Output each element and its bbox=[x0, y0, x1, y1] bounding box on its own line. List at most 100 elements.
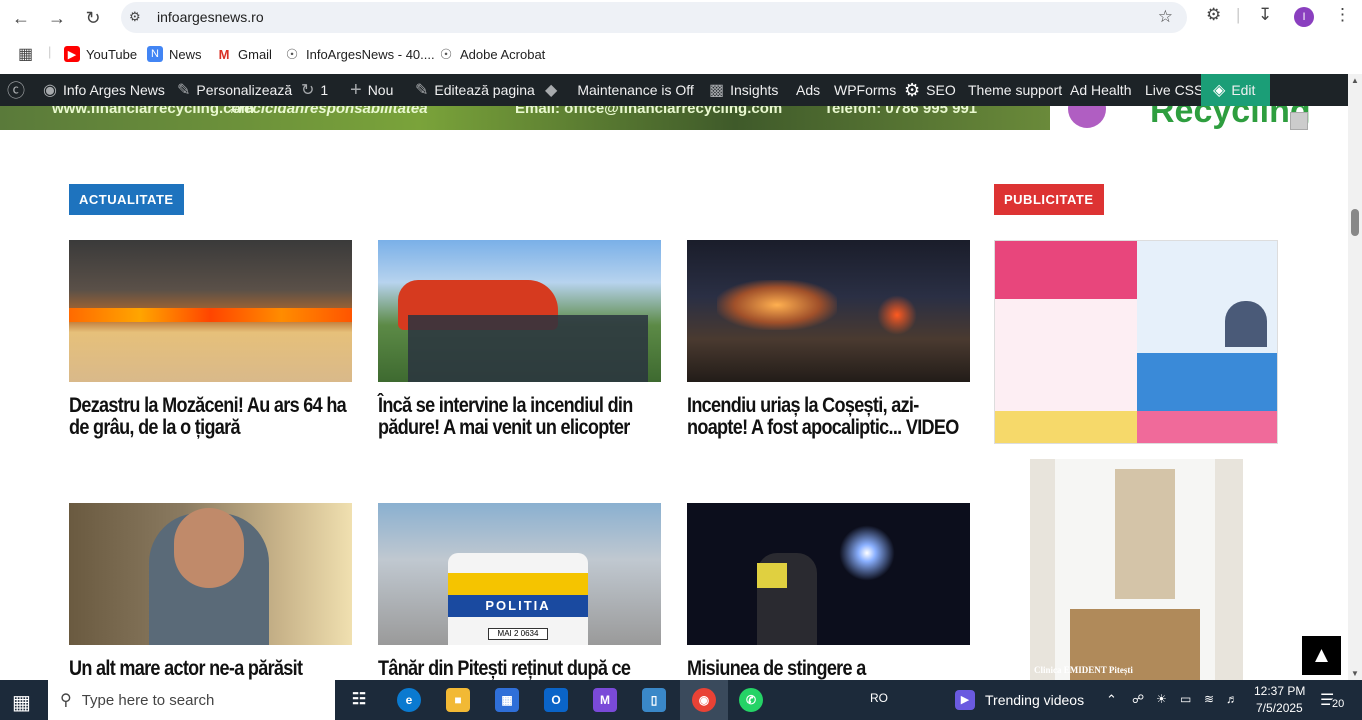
article-card[interactable]: POLITIA MAI 2 0634 Tânăr din Pitești reț… bbox=[378, 503, 661, 680]
article-card[interactable]: Încă se intervine la incendiul din pădur… bbox=[378, 240, 661, 439]
url-text[interactable]: infoargesnews.ro bbox=[157, 9, 264, 25]
article-title[interactable]: Misiunea de stingere a bbox=[687, 658, 971, 680]
ad-close-icon[interactable] bbox=[1290, 112, 1308, 130]
volume-icon[interactable]: ♬ bbox=[1226, 692, 1238, 706]
admin-new-label: Nou bbox=[367, 82, 394, 98]
trending-videos-widget[interactable]: ▶ Trending videos bbox=[955, 680, 1084, 720]
reload-icon[interactable]: ↻ bbox=[81, 6, 105, 30]
banner-hashtag: #recicidanresponsabilitatea bbox=[230, 106, 428, 117]
article-title[interactable]: Incendiu uriaș la Coșești, azi-noapte! A… bbox=[687, 395, 971, 439]
article-card[interactable]: Incendiu uriaș la Coșești, azi-noapte! A… bbox=[687, 240, 970, 439]
task-view-icon[interactable]: ☷ bbox=[347, 688, 371, 712]
main-content: ACTUALITATE PUBLICITATE Dezastru la Moză… bbox=[0, 130, 1348, 680]
whatsapp-icon[interactable]: ✆ bbox=[739, 688, 763, 712]
plus-icon: + bbox=[350, 78, 362, 101]
bookmark-label: Gmail bbox=[238, 46, 272, 62]
tray-chevron-icon[interactable]: ⌃ bbox=[1106, 692, 1117, 708]
article-image[interactable] bbox=[378, 240, 661, 382]
bookmark-infoargesnews[interactable]: ☉ InfoArgesNews - 40.... bbox=[284, 46, 435, 62]
laptop-app-icon[interactable]: ▯ bbox=[642, 688, 666, 712]
wifi-icon[interactable]: ≋ bbox=[1204, 692, 1214, 706]
bookmark-star-icon[interactable]: ☆ bbox=[1158, 7, 1173, 27]
article-card[interactable]: Un alt mare actor ne-a părăsit bbox=[69, 503, 352, 680]
bookmark-gmail[interactable]: M Gmail bbox=[216, 46, 272, 62]
gmail-icon: M bbox=[218, 46, 230, 62]
windows-start-icon[interactable]: ▦ bbox=[12, 690, 31, 715]
notification-center[interactable]: ☰ 20 bbox=[1318, 688, 1348, 712]
recycling-logo-icon bbox=[1068, 106, 1106, 128]
clock-date[interactable]: 7/5/2025 bbox=[1256, 701, 1303, 715]
tray-app-icon[interactable]: ☍ bbox=[1132, 692, 1144, 706]
admin-ads[interactable]: Ads bbox=[796, 74, 820, 106]
page-scrollbar[interactable]: ▲ ▼ bbox=[1348, 74, 1362, 680]
menu-icon[interactable]: ⋮ bbox=[1334, 5, 1351, 25]
language-indicator[interactable]: RO bbox=[870, 691, 888, 705]
article-image[interactable] bbox=[687, 240, 970, 382]
article-card[interactable]: Misiunea de stingere a bbox=[687, 503, 970, 680]
scroll-up-icon[interactable]: ▲ bbox=[1351, 76, 1359, 85]
scroll-down-icon[interactable]: ▼ bbox=[1351, 669, 1359, 678]
admin-edit-button[interactable]: ◈ Edit bbox=[1201, 74, 1270, 106]
globe-icon: ☉ bbox=[439, 45, 453, 62]
admin-wpforms[interactable]: WPForms bbox=[834, 74, 896, 106]
extensions-icon[interactable]: ⚙ bbox=[1206, 5, 1221, 25]
tray-security-icon[interactable]: ☀ bbox=[1156, 692, 1167, 706]
admin-ad-health[interactable]: Ad Health bbox=[1070, 74, 1131, 106]
file-explorer-icon[interactable]: ■ bbox=[446, 688, 470, 712]
admin-theme-support-label: Theme support bbox=[968, 82, 1063, 98]
bookmark-news[interactable]: N News bbox=[147, 46, 202, 62]
admin-live-css[interactable]: Live CSS bbox=[1145, 74, 1203, 106]
admin-updates[interactable]: ↻ 1 bbox=[301, 74, 328, 106]
m365-icon[interactable]: M bbox=[593, 688, 617, 712]
article-title[interactable]: Tânăr din Pitești reținut după ce bbox=[378, 658, 662, 680]
banner-phone: Telefon: 0786 995 991 bbox=[824, 106, 978, 117]
article-title[interactable]: Un alt mare actor ne-a părăsit bbox=[69, 658, 353, 680]
admin-new[interactable]: + Nou bbox=[350, 74, 393, 106]
site-info-icon[interactable]: ⚙ bbox=[129, 9, 145, 25]
bookmark-youtube[interactable]: ▶ YouTube bbox=[64, 46, 137, 62]
scrollbar-thumb[interactable] bbox=[1351, 209, 1359, 236]
profile-avatar[interactable]: I bbox=[1294, 7, 1314, 27]
search-icon: ⚲ bbox=[60, 692, 72, 709]
chrome-taskbar-active[interactable]: ◉ bbox=[680, 680, 728, 720]
article-image[interactable]: POLITIA MAI 2 0634 bbox=[378, 503, 661, 645]
article-card[interactable]: Dezastru la Mozăceni! Au ars 64 ha de gr… bbox=[69, 240, 352, 439]
back-icon[interactable]: ← bbox=[9, 6, 33, 30]
article-image[interactable] bbox=[69, 240, 352, 382]
admin-insights[interactable]: ▩ Insights bbox=[709, 74, 778, 106]
top-banner-ad[interactable]: www.financiarrecycling.com #recicidanres… bbox=[0, 106, 1348, 130]
admin-theme-support[interactable]: Theme support bbox=[968, 74, 1062, 106]
article-title[interactable]: Dezastru la Mozăceni! Au ars 64 ha de gr… bbox=[69, 395, 353, 439]
downloads-icon[interactable]: ↧ bbox=[1258, 5, 1272, 25]
section-label-actualitate[interactable]: ACTUALITATE bbox=[69, 184, 184, 215]
taskbar-search[interactable]: ⚲ Type here to search bbox=[48, 680, 335, 720]
clock-time[interactable]: 12:37 PM bbox=[1254, 684, 1305, 698]
license-plate: MAI 2 0634 bbox=[488, 628, 548, 640]
wordpress-logo-icon[interactable]: ⓒ bbox=[7, 74, 25, 106]
admin-site-name[interactable]: ◉ Info Arges News bbox=[43, 74, 165, 106]
youtube-icon: ▶ bbox=[64, 46, 80, 62]
admin-seo[interactable]: ⚙ SEO bbox=[904, 74, 956, 106]
admin-edit-page[interactable]: ✎ Editează pagina bbox=[415, 74, 535, 106]
address-bar[interactable]: ⚙ infoargesnews.ro ☆ bbox=[121, 2, 1187, 33]
article-title[interactable]: Încă se intervine la incendiul din pădur… bbox=[378, 395, 662, 439]
store-icon[interactable]: ▦ bbox=[495, 688, 519, 712]
battery-icon[interactable]: ▭ bbox=[1180, 692, 1191, 706]
sidebar-ad-sterilizare[interactable] bbox=[994, 240, 1278, 444]
outlook-icon[interactable]: O bbox=[544, 688, 568, 712]
updates-icon: ↻ bbox=[301, 82, 315, 99]
apps-grid-icon[interactable]: ▦ bbox=[18, 44, 33, 64]
article-image[interactable] bbox=[69, 503, 352, 645]
bookmark-adobe-acrobat[interactable]: ☉ Adobe Acrobat bbox=[438, 45, 546, 62]
edge-icon[interactable]: e bbox=[397, 688, 421, 712]
sidebar-ad-emident[interactable]: Clinica EMIDENT Pitești bbox=[1030, 459, 1243, 680]
pencil-icon: ✎ bbox=[415, 82, 429, 99]
forward-icon[interactable]: → bbox=[45, 6, 69, 30]
back-to-top-button[interactable]: ▲ bbox=[1302, 636, 1341, 675]
admin-customize[interactable]: ✎ Personalizează bbox=[177, 74, 292, 106]
admin-maintenance[interactable]: ◆ Maintenance is Off bbox=[545, 74, 694, 106]
dashboard-icon: ◉ bbox=[43, 82, 57, 99]
admin-live-css-label: Live CSS bbox=[1145, 82, 1204, 98]
article-image[interactable] bbox=[687, 503, 970, 645]
admin-edit-page-label: Editează pagina bbox=[434, 82, 535, 98]
